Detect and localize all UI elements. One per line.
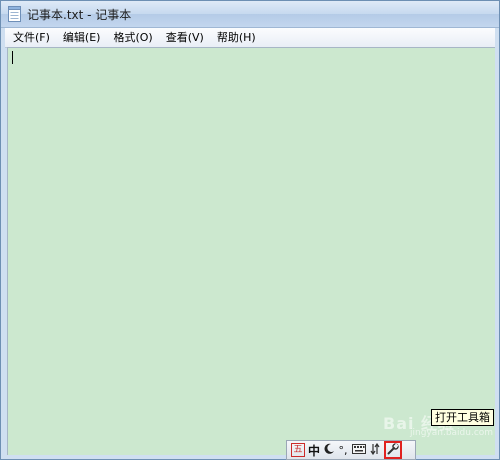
wubi-label: 五 xyxy=(291,443,305,457)
notepad-window: 记事本.txt - 记事本 文件(F) 编辑(E) 格式(O) 查看(V) 帮助… xyxy=(0,0,500,460)
keyboard-icon xyxy=(352,443,366,457)
menu-view[interactable]: 查看(V) xyxy=(158,28,209,47)
menu-file[interactable]: 文件(F) xyxy=(5,28,55,47)
chinese-mode-button[interactable]: 中 xyxy=(306,441,322,459)
text-caret xyxy=(12,51,13,64)
toolbox-button[interactable] xyxy=(384,441,402,459)
punctuation-button[interactable]: °, xyxy=(336,441,350,459)
soft-keyboard-button[interactable] xyxy=(350,441,368,459)
menu-help[interactable]: 帮助(H) xyxy=(209,28,261,47)
wubi-input-button[interactable]: 五 xyxy=(290,441,306,459)
menu-bar: 文件(F) 编辑(E) 格式(O) 查看(V) 帮助(H) xyxy=(5,28,495,48)
wrench-icon xyxy=(387,442,399,458)
chinese-mode-label: 中 xyxy=(307,443,320,458)
switch-arrows-icon xyxy=(370,442,380,458)
menu-edit[interactable]: 编辑(E) xyxy=(55,28,106,47)
title-bar[interactable]: 记事本.txt - 记事本 xyxy=(1,1,499,28)
window-title: 记事本.txt - 记事本 xyxy=(27,8,132,22)
menu-format[interactable]: 格式(O) xyxy=(105,28,157,47)
width-mode-button[interactable] xyxy=(322,441,336,459)
notepad-icon xyxy=(8,6,21,22)
switch-button[interactable] xyxy=(368,441,382,459)
punctuation-label: °, xyxy=(338,443,348,457)
tools-tooltip: 打开工具箱 xyxy=(431,409,494,426)
ime-toolbar: 五 中 °, xyxy=(286,440,416,460)
text-editor-area[interactable] xyxy=(7,47,495,455)
watermark-url: jingyan.baidu.com xyxy=(410,428,494,438)
moon-icon xyxy=(324,443,335,457)
